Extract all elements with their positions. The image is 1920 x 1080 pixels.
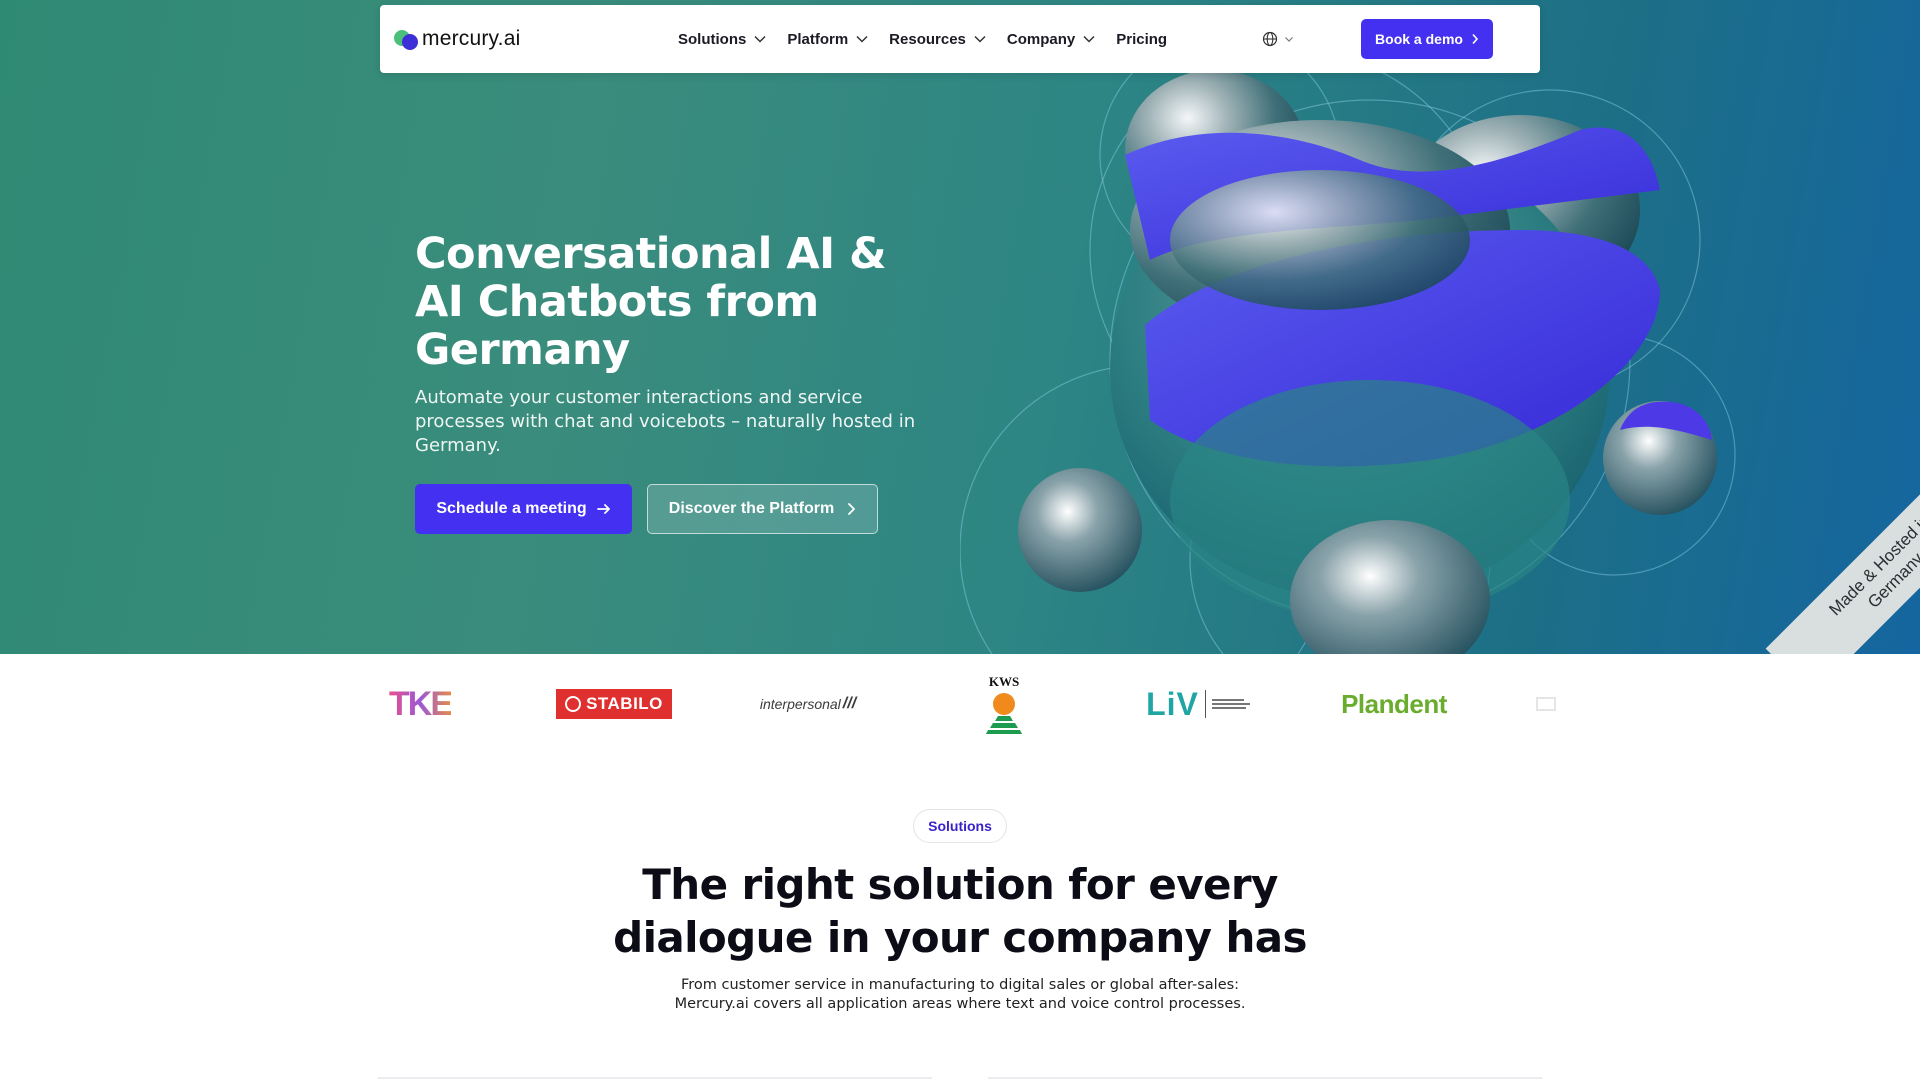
- client-logo-strip: TKE STABILO interpersonal /// KWS LiV Pl…: [0, 654, 1920, 754]
- hero-title-line-2: AI Chatbots from: [415, 277, 819, 327]
- arrow-right-icon: [596, 504, 610, 514]
- interpersonal-bars-icon: ///: [842, 695, 857, 712]
- client-logo-faded: [1532, 654, 1560, 754]
- client-logo-kws: KWS: [975, 654, 1033, 754]
- top-navbar: mercury.ai Solutions Platform Resources …: [380, 5, 1540, 73]
- made-in-germany-ribbon: Made & Hosted in Germany: [1740, 470, 1920, 654]
- solutions-title-line-2: dialogue in your company has: [613, 913, 1307, 962]
- chevron-down-icon: [1285, 37, 1293, 42]
- solution-card-top-edge: [378, 1077, 932, 1079]
- brand-logo[interactable]: mercury.ai: [394, 27, 520, 51]
- nav-item-resources[interactable]: Resources: [889, 31, 987, 48]
- solutions-title: The right solution for every dialogue in…: [560, 858, 1360, 964]
- schedule-meeting-button[interactable]: Schedule a meeting: [415, 484, 632, 534]
- language-selector[interactable]: [1262, 31, 1294, 47]
- solution-card-top-edge: [988, 1077, 1542, 1079]
- nav-item-label: Platform: [787, 30, 849, 48]
- nav-item-label: Solutions: [678, 30, 747, 48]
- client-logo-tke: TKE: [389, 684, 453, 723]
- solutions-title-line-1: The right solution for every: [642, 860, 1278, 909]
- chevron-right-icon: [1472, 33, 1479, 45]
- client-logo-liv: LiV: [1139, 654, 1257, 754]
- globe-icon: [1262, 31, 1278, 47]
- solutions-badge: Solutions: [913, 809, 1007, 843]
- discover-platform-label: Discover the Platform: [668, 500, 835, 517]
- solutions-subtitle-line-1: From customer service in manufacturing t…: [680, 977, 1240, 993]
- book-demo-label: Book a demo: [1375, 31, 1463, 47]
- nav-item-platform[interactable]: Platform: [787, 31, 869, 48]
- stabilo-swan-icon: [565, 696, 582, 712]
- nav-item-label: Resources: [889, 30, 966, 48]
- main-menu: Solutions Platform Resources Company Pri…: [678, 5, 1187, 73]
- client-logo-interpersonal: interpersonal ///: [759, 695, 857, 712]
- nav-item-solutions[interactable]: Solutions: [678, 31, 767, 48]
- hero-section: Made & Hosted in Germany Conversational …: [0, 0, 1920, 654]
- solutions-subtitle: From customer service in manufacturing t…: [560, 976, 1360, 1014]
- brand-name: mercury.ai: [422, 27, 521, 50]
- client-logo-plandent: Plandent: [1341, 688, 1447, 719]
- schedule-meeting-label: Schedule a meeting: [436, 500, 587, 517]
- hero-title-line-1: Conversational AI &: [415, 229, 887, 279]
- chevron-down-icon: [754, 35, 766, 43]
- chevron-down-icon: [1083, 35, 1095, 43]
- client-logo-stabilo: STABILO: [556, 654, 672, 754]
- solutions-subtitle-line-2: Mercury.ai covers all application areas …: [674, 996, 1246, 1012]
- hero-title: Conversational AI & AI Chatbots from Ger…: [415, 230, 975, 374]
- chevron-down-icon: [856, 35, 868, 43]
- nav-item-company[interactable]: Company: [1007, 31, 1096, 48]
- hero-subtitle: Automate your customer interactions and …: [415, 387, 916, 456]
- nav-item-label: Company: [1006, 30, 1076, 48]
- nav-item-label: Pricing: [1116, 30, 1168, 48]
- mercury-logo-icon: [394, 28, 420, 50]
- chevron-down-icon: [974, 35, 986, 43]
- kws-emblem-icon: [986, 693, 1022, 734]
- hero-title-line-3: Germany: [415, 325, 630, 375]
- book-demo-button[interactable]: Book a demo: [1361, 19, 1493, 59]
- discover-platform-button[interactable]: Discover the Platform: [647, 484, 878, 534]
- nav-item-pricing[interactable]: Pricing: [1116, 31, 1167, 48]
- chevron-right-icon: [848, 503, 856, 515]
- liv-tagline-graphic: [1211, 699, 1250, 709]
